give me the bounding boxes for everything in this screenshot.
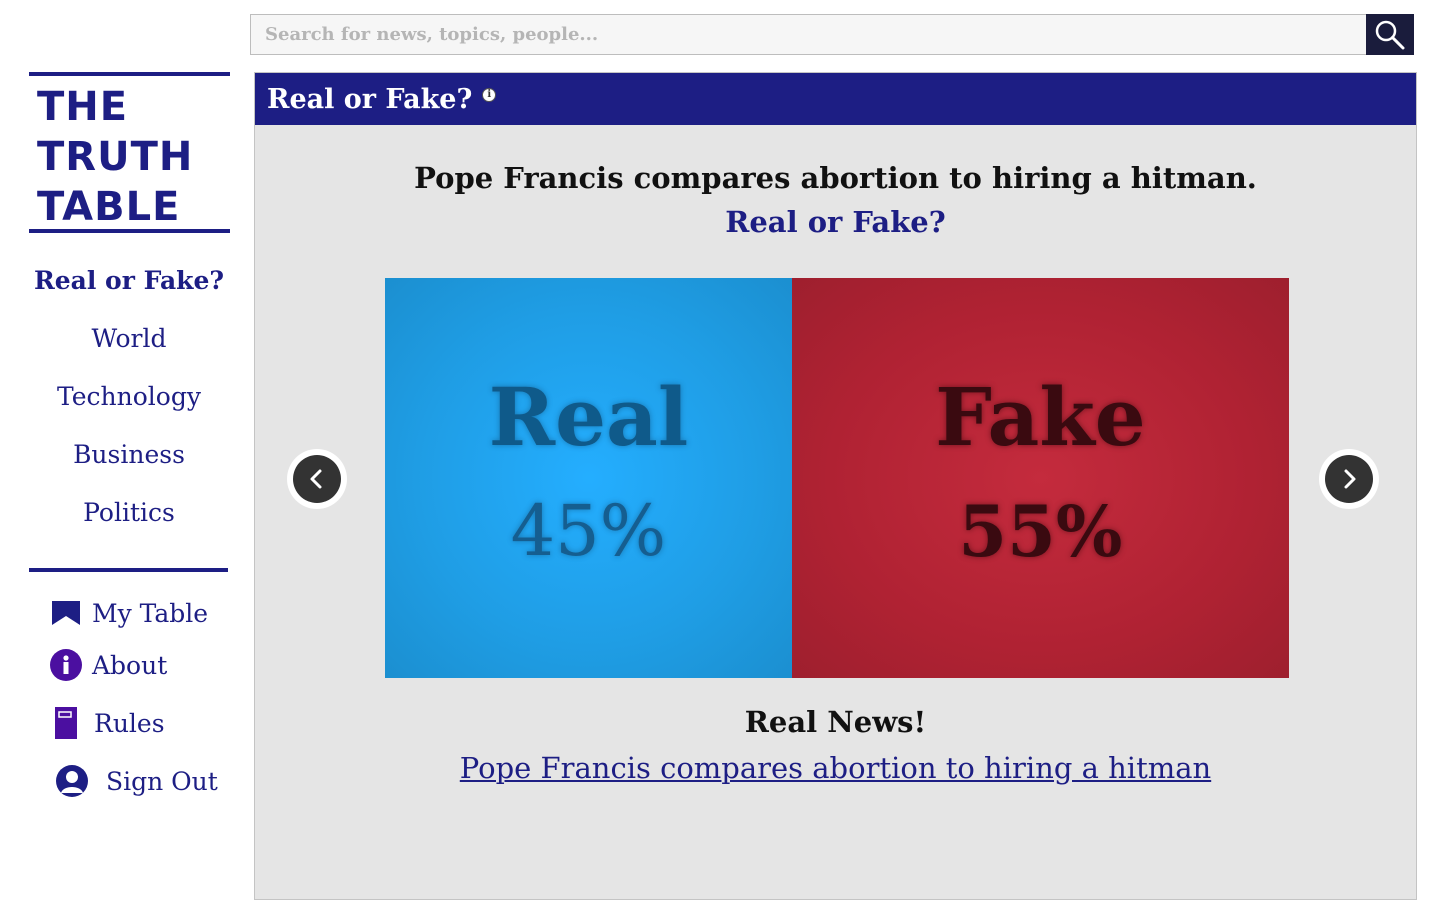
panel-title: Real or Fake?	[267, 83, 473, 115]
about-link[interactable]: About	[48, 646, 238, 684]
info-icon[interactable]: i	[482, 88, 497, 102]
panel-header: Real or Fake? i	[255, 73, 1416, 125]
fake-percent: 55%	[958, 490, 1123, 573]
logo-line: THE	[37, 84, 129, 130]
search-button[interactable]	[1366, 14, 1414, 55]
chevron-left-icon	[310, 469, 322, 489]
logo-line: TRUTH	[37, 134, 194, 180]
search-input[interactable]	[251, 15, 1366, 54]
next-button[interactable]	[1319, 449, 1379, 509]
sidebar-nav: Real or Fake? World Technology Business …	[29, 262, 229, 552]
rules-label: Rules	[94, 708, 165, 738]
vote-panel: Real 45% Fake 55%	[385, 278, 1289, 678]
sidebar-item-business[interactable]: Business	[29, 436, 229, 494]
book-icon	[48, 706, 84, 740]
real-or-fake-panel: Real or Fake? i Pope Francis compares ab…	[254, 72, 1417, 900]
account-menu: My Table About Rules Sign Out	[48, 594, 238, 800]
my-table-label: My Table	[92, 598, 209, 628]
fake-label: Fake	[935, 370, 1146, 464]
sidebar-item-real-or-fake[interactable]: Real or Fake?	[29, 262, 229, 320]
chevron-right-icon	[1344, 469, 1356, 489]
sidebar-item-world[interactable]: World	[29, 320, 229, 378]
sidebar-divider	[29, 568, 228, 572]
fake-vote-button[interactable]: Fake 55%	[791, 278, 1289, 678]
search-icon	[1375, 20, 1405, 49]
headline: Pope Francis compares abortion to hiring…	[414, 161, 1257, 195]
sidebar-item-technology[interactable]: Technology	[29, 378, 229, 436]
my-table-link[interactable]: My Table	[48, 594, 238, 632]
sidebar-item-politics[interactable]: Politics	[29, 494, 229, 552]
user-icon	[54, 764, 90, 798]
sign-out-label: Sign Out	[106, 766, 218, 796]
sign-out-link[interactable]: Sign Out	[48, 762, 238, 800]
bookmark-icon	[48, 596, 84, 630]
previous-button[interactable]	[287, 449, 347, 509]
real-label: Real	[488, 370, 689, 464]
logo-line: TABLE	[37, 184, 181, 230]
about-label: About	[92, 650, 168, 680]
source-article-link[interactable]: Pope Francis compares abortion to hiring…	[255, 751, 1416, 785]
page: THE TRUTH TABLE Real or Fake? World Tech…	[0, 0, 1440, 900]
result-text: Real News!	[744, 705, 927, 739]
logo[interactable]: THE TRUTH TABLE	[29, 72, 230, 233]
search-bar	[250, 14, 1414, 55]
info-icon	[48, 648, 84, 682]
real-vote-button[interactable]: Real 45%	[385, 278, 792, 678]
rules-link[interactable]: Rules	[48, 704, 238, 742]
real-percent: 45%	[510, 490, 667, 572]
question: Real or Fake?	[725, 205, 946, 239]
